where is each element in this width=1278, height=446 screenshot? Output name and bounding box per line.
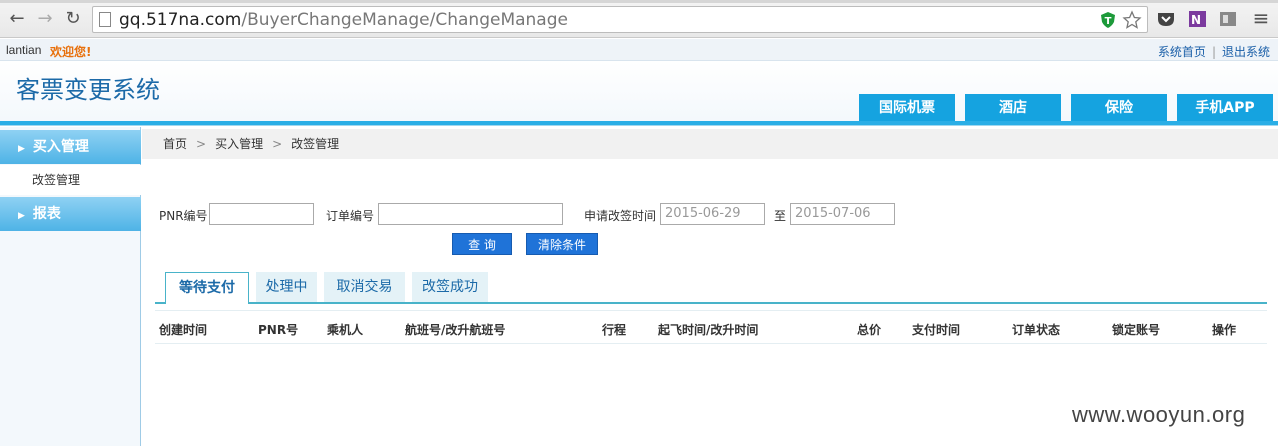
svg-text:T: T xyxy=(1105,16,1112,27)
system-home-link[interactable]: 系统首页 xyxy=(1158,45,1206,59)
watermark: www.wooyun.org xyxy=(1072,402,1246,427)
breadcrumb-separator: > xyxy=(272,137,283,151)
breadcrumb-buy-management[interactable]: 买入管理 xyxy=(215,137,263,151)
sidebar-item-change-management[interactable]: 改签管理 xyxy=(0,165,141,195)
column-header: 锁定账号 xyxy=(1112,323,1161,337)
date-from-input[interactable]: 2015-06-29 xyxy=(660,203,765,225)
column-header: 乘机人 xyxy=(327,323,364,337)
reload-icon[interactable]: ↻ xyxy=(62,8,84,30)
site-header: 客票变更系统 国际机票 酒店 保险 手机APP xyxy=(0,62,1278,122)
username: lantian xyxy=(6,43,42,57)
apply-date-label: 申请改签时间 xyxy=(584,209,657,223)
order-number-label: 订单编号 xyxy=(326,209,375,223)
back-icon[interactable]: ← xyxy=(6,8,28,30)
query-button[interactable]: 查 询 xyxy=(452,233,512,255)
url-path: /BuyerChangeManage/ChangeManage xyxy=(241,10,568,30)
nav-international-tickets[interactable]: 国际机票 xyxy=(859,94,955,122)
tab-change-success[interactable]: 改签成功 xyxy=(412,272,488,302)
pocket-icon[interactable] xyxy=(1156,9,1176,29)
breadcrumb-current: 改签管理 xyxy=(291,137,340,151)
header-divider xyxy=(0,121,1278,126)
onenote-icon[interactable]: N xyxy=(1188,9,1208,29)
sidebar-group-buy-management[interactable]: ▶ 买入管理 xyxy=(0,130,141,164)
system-title: 客票变更系统 xyxy=(16,76,160,104)
url-host: gq.517na.com xyxy=(119,10,242,30)
date-to-label: 至 xyxy=(774,209,787,223)
browser-toolbar: ← → ↻ gq.517na.com/BuyerChangeManage/Cha… xyxy=(0,0,1278,38)
column-header: PNR号 xyxy=(258,323,299,337)
tabs-underline xyxy=(155,302,1267,304)
extension-icon[interactable] xyxy=(1218,9,1238,29)
triangle-right-icon: ▶ xyxy=(18,211,25,221)
pnr-input[interactable] xyxy=(209,203,314,225)
column-header: 订单状态 xyxy=(1012,323,1061,337)
tab-cancelled[interactable]: 取消交易 xyxy=(324,272,405,302)
column-header: 行程 xyxy=(602,323,627,337)
star-icon[interactable] xyxy=(1122,10,1142,30)
tab-strip xyxy=(0,0,1278,3)
link-separator: | xyxy=(1211,45,1216,59)
triangle-right-icon: ▶ xyxy=(18,144,25,154)
top-info-bar: lantian 欢迎您! 系统首页 | 退出系统 xyxy=(0,39,1278,61)
logout-link[interactable]: 退出系统 xyxy=(1222,45,1270,59)
column-header: 航班号/改升航班号 xyxy=(405,323,506,337)
breadcrumb: 首页 > 买入管理 > 改签管理 xyxy=(142,129,1278,159)
sidebar-group-reports[interactable]: ▶ 报表 xyxy=(0,197,141,231)
sidebar-group-label: 报表 xyxy=(32,206,61,222)
forward-icon[interactable]: → xyxy=(34,8,56,30)
svg-text:N: N xyxy=(1191,13,1201,27)
tab-processing[interactable]: 处理中 xyxy=(256,272,317,302)
breadcrumb-home[interactable]: 首页 xyxy=(163,137,187,151)
sidebar-group-label: 买入管理 xyxy=(32,139,89,155)
address-bar[interactable]: gq.517na.com/BuyerChangeManage/ChangeMan… xyxy=(92,6,1148,33)
breadcrumb-separator: > xyxy=(196,137,207,151)
page-icon xyxy=(99,12,111,27)
nav-mobile-app[interactable]: 手机APP xyxy=(1177,94,1273,122)
welcome-text: 欢迎您! xyxy=(50,45,92,59)
shield-extension-icon[interactable]: T xyxy=(1099,11,1117,29)
sidebar: ▶ 买入管理 改签管理 ▶ 报表 xyxy=(0,127,141,446)
nav-insurance[interactable]: 保险 xyxy=(1071,94,1167,122)
pnr-label: PNR编号 xyxy=(159,209,208,223)
clear-conditions-button[interactable]: 清除条件 xyxy=(526,233,598,255)
menu-icon[interactable]: ≡ xyxy=(1250,7,1272,29)
tab-awaiting-payment[interactable]: 等待支付 xyxy=(165,272,249,304)
nav-hotel[interactable]: 酒店 xyxy=(965,94,1061,122)
url-text[interactable]: gq.517na.com/BuyerChangeManage/ChangeMan… xyxy=(119,9,568,31)
table-header: 创建时间 PNR号 乘机人 航班号/改升航班号 行程 起飞时间/改升时间 总价 … xyxy=(155,310,1267,344)
top-links: 系统首页 | 退出系统 xyxy=(1158,43,1270,60)
date-to-input[interactable]: 2015-07-06 xyxy=(790,203,895,225)
column-header: 总价 xyxy=(857,323,882,337)
column-header: 创建时间 xyxy=(159,323,208,337)
column-header: 起飞时间/改升时间 xyxy=(658,323,759,337)
column-header: 操作 xyxy=(1212,323,1237,337)
column-header: 支付时间 xyxy=(912,323,961,337)
order-number-input[interactable] xyxy=(378,203,563,225)
